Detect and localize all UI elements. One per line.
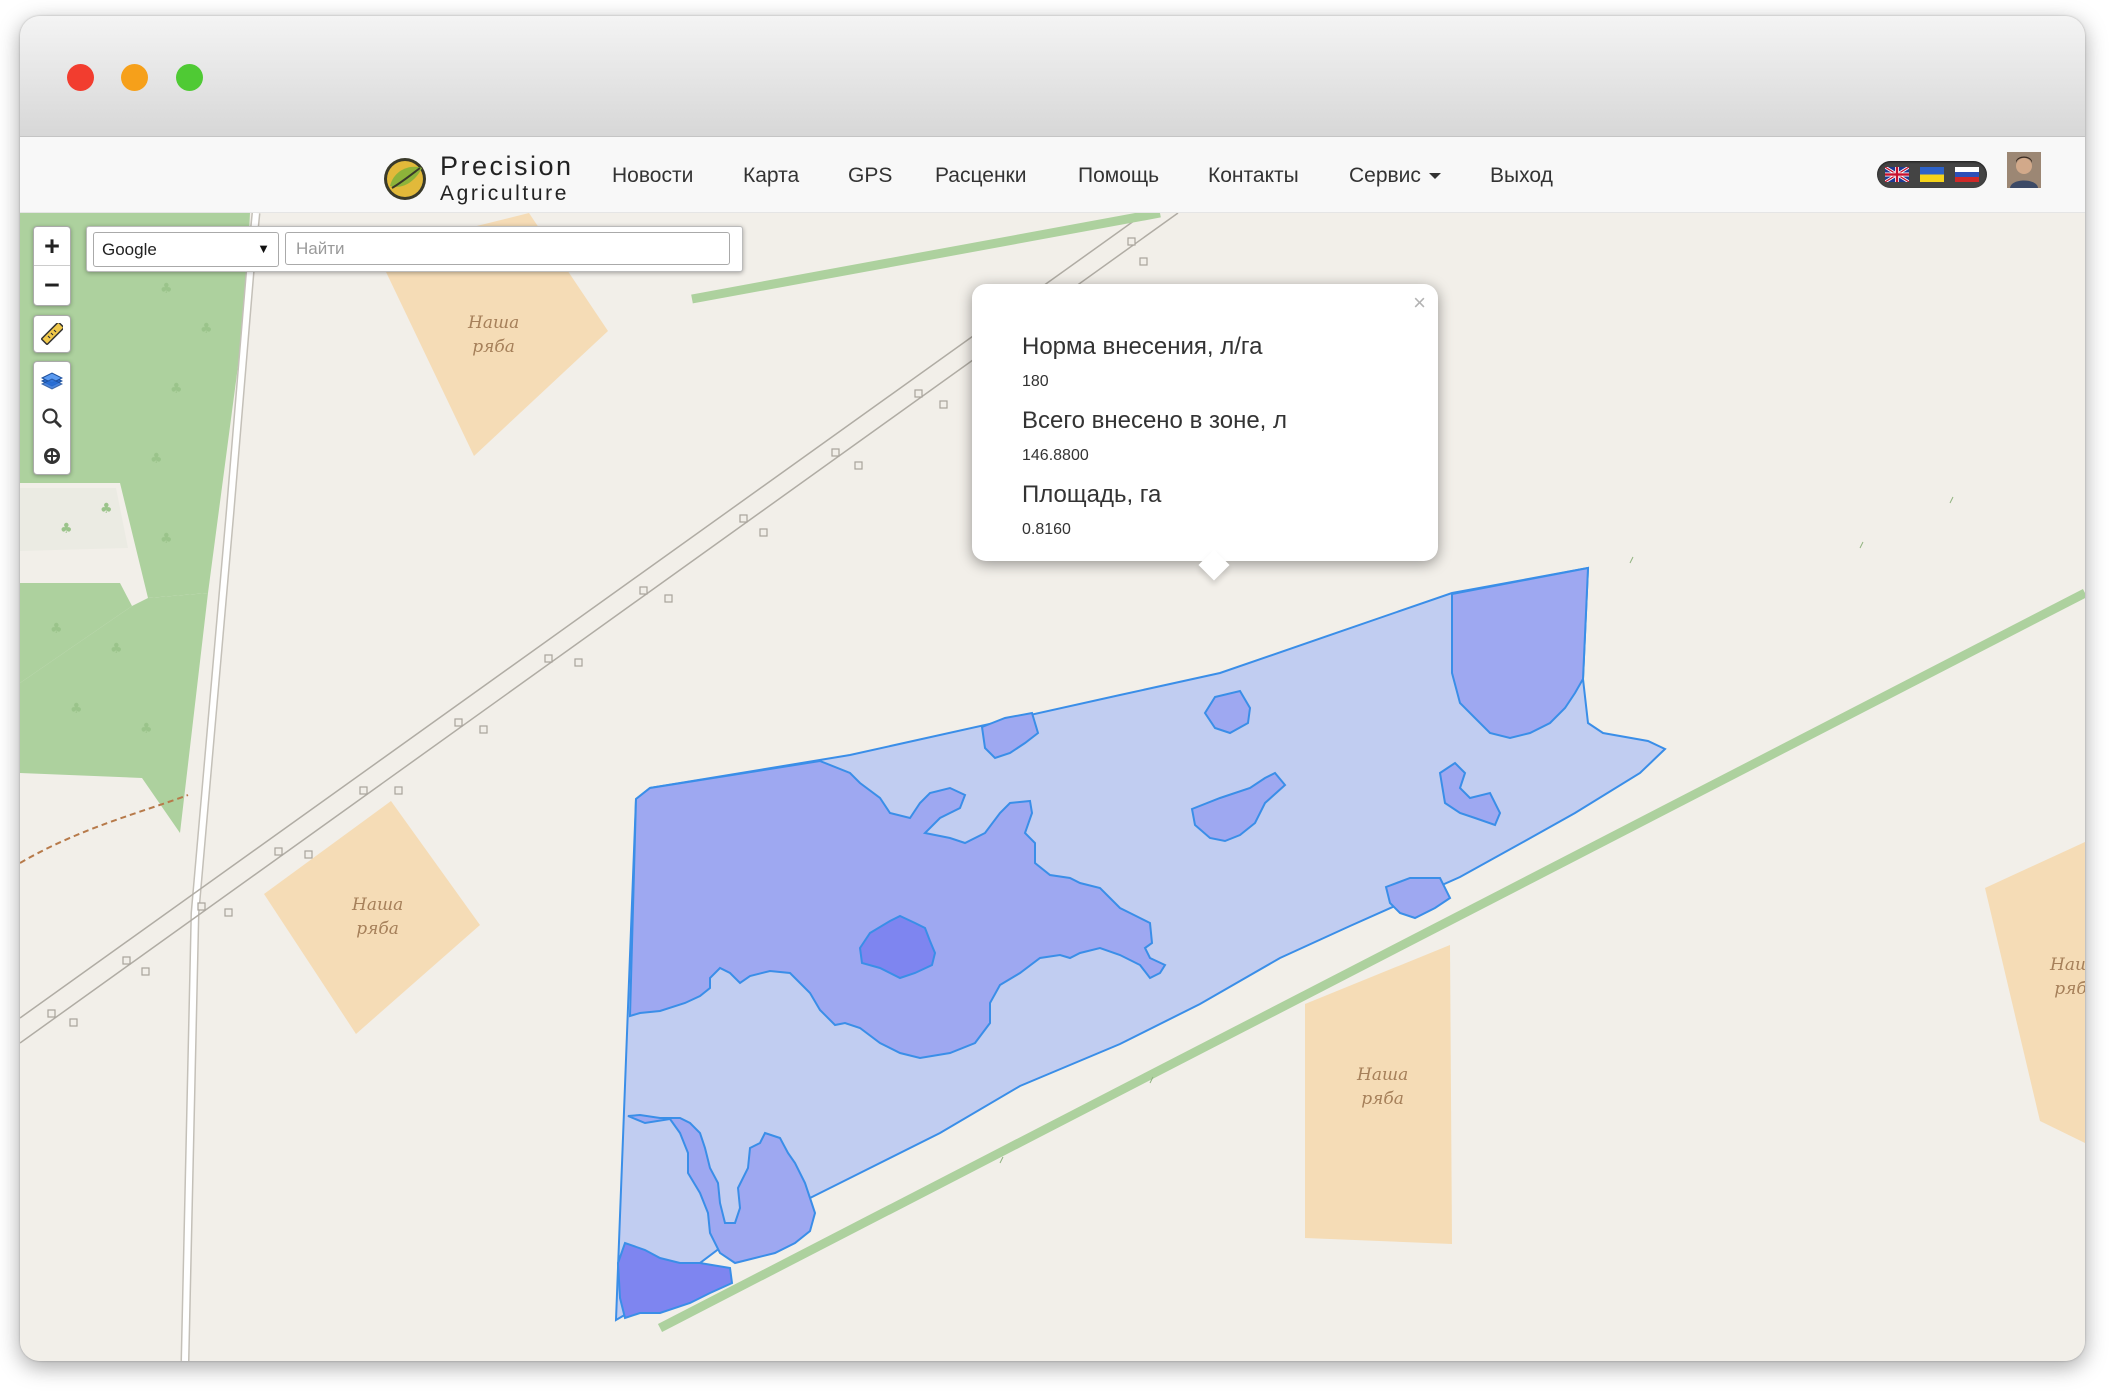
geocoder-provider-select[interactable]: Google ▼: [93, 232, 279, 267]
svg-text:♣: ♣: [100, 501, 113, 517]
place-label: Наша ряба: [468, 313, 520, 357]
ruler-icon: [41, 323, 63, 345]
window-titlebar: [20, 16, 2085, 137]
nav-item-news[interactable]: Новости: [612, 164, 693, 188]
locate-icon: [44, 448, 60, 464]
zoom-control: + −: [33, 226, 71, 306]
nav-item-contacts[interactable]: Контакты: [1208, 164, 1299, 188]
language-switcher: [1877, 161, 1987, 188]
search-input[interactable]: [285, 232, 730, 265]
nav-item-service-label: Сервис: [1349, 164, 1421, 187]
application-rate-value: 180: [1022, 373, 1049, 390]
svg-text:♣: ♣: [170, 381, 183, 397]
svg-text:♣: ♣: [200, 321, 213, 337]
zone-info-popup: × Норма внесения, л/га 180 Всего внесено…: [972, 284, 1438, 581]
nav-item-service[interactable]: Сервис: [1349, 164, 1441, 188]
application-rate-label: Норма внесения, л/га: [1022, 333, 1263, 360]
popup-content: Норма внесения, л/га 180 Всего внесено в…: [1022, 332, 1422, 554]
map-canvas[interactable]: ♣ ♣ ♣ ♣ ♣ ♣ ♣ ♣ ♣ ♣ ♣ Наша ряба Наша ряб…: [20, 213, 2085, 1361]
popup-close-button[interactable]: ×: [1413, 290, 1426, 316]
svg-text:♣: ♣: [50, 621, 63, 637]
nav-item-map[interactable]: Карта: [743, 164, 799, 188]
nav-item-gps[interactable]: GPS: [848, 164, 892, 188]
area-label: Площадь, га: [1022, 481, 1162, 508]
total-applied-label: Всего внесено в зоне, л: [1022, 407, 1288, 434]
provider-label: Google: [102, 240, 157, 259]
zoom-in-button[interactable]: +: [34, 227, 70, 266]
top-navbar: Precision Agriculture Новости Карта GPS …: [20, 137, 2085, 213]
geocoder-bar: Google ▼: [86, 226, 743, 272]
search-map-button[interactable]: [34, 400, 70, 436]
search-icon: [42, 408, 63, 429]
svg-text:♣: ♣: [150, 451, 163, 467]
place-label: Наша ряба: [352, 895, 404, 939]
field-zones[interactable]: [614, 566, 1667, 1322]
brand-name-line2: Agriculture: [440, 182, 569, 205]
place-label: Наш ряб: [2050, 955, 2085, 999]
nav-item-help[interactable]: Помощь: [1078, 164, 1159, 188]
svg-text:♣: ♣: [140, 721, 153, 737]
locate-button[interactable]: [34, 438, 70, 474]
nav-item-logout[interactable]: Выход: [1490, 164, 1553, 188]
maximize-window-button[interactable]: [176, 64, 203, 91]
ru-flag-icon[interactable]: [1955, 167, 1979, 182]
measure-control: [33, 315, 71, 353]
area-value: 0.8160: [1022, 521, 1071, 538]
brand-logo[interactable]: Precision Agriculture: [382, 145, 602, 205]
leaf-globe-icon: [384, 158, 426, 200]
svg-text:♣: ♣: [160, 281, 173, 297]
place-label: Наша ряба: [1357, 1065, 1409, 1109]
brand-name-line1: Precision: [440, 151, 574, 181]
layers-button[interactable]: [34, 362, 70, 398]
nav-item-prices[interactable]: Расценки: [935, 164, 1026, 188]
dropdown-arrow-icon: ▼: [257, 241, 270, 256]
map-tools: [33, 361, 71, 475]
browser-window: Precision Agriculture Новости Карта GPS …: [20, 16, 2085, 1361]
caret-down-icon: [1428, 173, 1441, 180]
svg-text:♣: ♣: [70, 701, 83, 717]
svg-text:♣: ♣: [60, 521, 73, 537]
total-applied-value: 146.8800: [1022, 447, 1089, 464]
meadow-gap: [20, 488, 128, 551]
ua-flag-icon[interactable]: [1920, 167, 1944, 182]
zoom-out-button[interactable]: −: [34, 266, 70, 304]
ruler-button[interactable]: [34, 316, 70, 352]
uk-flag-icon[interactable]: [1885, 167, 1909, 182]
minimize-window-button[interactable]: [121, 64, 148, 91]
user-avatar[interactable]: [2007, 152, 2041, 188]
close-window-button[interactable]: [67, 64, 94, 91]
svg-text:♣: ♣: [160, 531, 173, 547]
svg-text:♣: ♣: [110, 641, 123, 657]
layers-icon: [41, 372, 63, 390]
